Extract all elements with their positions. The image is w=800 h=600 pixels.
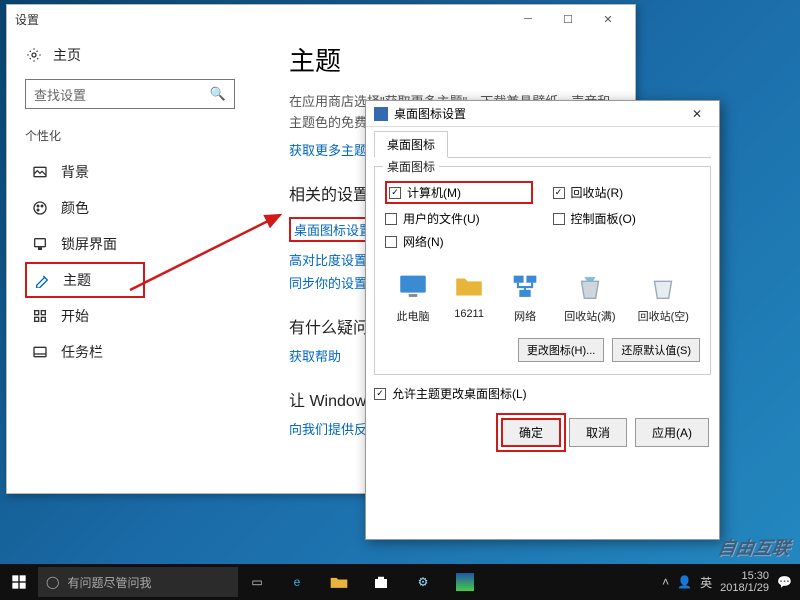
dialog-titlebar: 桌面图标设置 ✕	[366, 101, 719, 127]
network-icon	[508, 270, 542, 304]
desktop-icons-groupbox: 桌面图标 计算机(M) 回收站(R) 用户的文件(U) 控制面板(O) 网络(N…	[374, 166, 711, 375]
icon-user-folder[interactable]: 16211	[452, 270, 486, 324]
maximize-button[interactable]: ☐	[549, 6, 587, 32]
checkbox-user-files[interactable]: 用户的文件(U)	[385, 210, 533, 227]
checkbox-computer[interactable]: 计算机(M)	[385, 181, 533, 204]
icon-network[interactable]: 网络	[508, 270, 542, 324]
tray-people-icon[interactable]: 👤	[677, 575, 692, 589]
change-icon-button[interactable]: 更改图标(H)...	[518, 338, 604, 362]
taskbar: ◯ 有问题尽管问我 ▭ e ⚙ ˄ 👤 英 15:30 2018/1/29 💬	[0, 564, 800, 600]
recycle-empty-icon	[646, 270, 680, 304]
search-placeholder: 查找设置	[34, 85, 210, 104]
taskbar-clock[interactable]: 15:30 2018/1/29	[720, 570, 769, 594]
cortana-icon: ◯	[46, 575, 59, 589]
nav-start[interactable]: 开始	[25, 298, 249, 334]
close-button[interactable]: ✕	[589, 6, 627, 32]
icon-this-pc[interactable]: 此电脑	[396, 270, 430, 324]
grid-icon	[31, 307, 49, 325]
minimize-button[interactable]: ─	[509, 6, 547, 32]
palette-icon	[31, 199, 49, 217]
theme-icon	[33, 271, 51, 289]
taskbar-app-explorer[interactable]	[318, 564, 360, 600]
taskbar-app-unknown[interactable]	[444, 564, 486, 600]
action-center-icon[interactable]: 💬	[777, 575, 792, 589]
settings-sidebar: 主页 查找设置 🔍 个性化 背景 颜色 锁屏界面 主题 开始 任务栏	[7, 33, 267, 493]
checkbox-icon	[385, 236, 397, 248]
nav-themes[interactable]: 主题	[25, 262, 145, 298]
settings-titlebar: 设置 ─ ☐ ✕	[7, 5, 635, 33]
computer-icon	[396, 270, 430, 304]
checkbox-icon	[553, 213, 565, 225]
link-desktop-icon-settings[interactable]: 桌面图标设置	[289, 217, 377, 242]
dialog-title: 桌面图标设置	[394, 105, 466, 122]
tray-up-icon[interactable]: ˄	[662, 575, 669, 589]
recycle-full-icon	[573, 270, 607, 304]
checkbox-allow-themes[interactable]: 允许主题更改桌面图标(L)	[374, 385, 711, 402]
home-label: 主页	[53, 45, 81, 65]
picture-icon	[31, 163, 49, 181]
groupbox-title: 桌面图标	[383, 158, 439, 175]
ime-indicator[interactable]: 英	[700, 574, 712, 591]
start-button[interactable]	[0, 564, 38, 600]
dialog-tab-row: 桌面图标	[374, 131, 711, 158]
clock-date: 2018/1/29	[720, 582, 769, 594]
checkbox-control-panel[interactable]: 控制面板(O)	[553, 210, 701, 227]
taskbar-app-store[interactable]	[360, 564, 402, 600]
dialog-title-icon	[374, 107, 388, 121]
checkbox-icon	[385, 213, 397, 225]
checkbox-icon	[553, 187, 565, 199]
search-text: 有问题尽管问我	[67, 574, 151, 591]
window-title: 设置	[15, 11, 39, 28]
cancel-button[interactable]: 取消	[569, 418, 627, 447]
restore-default-button[interactable]: 还原默认值(S)	[612, 338, 700, 362]
nav-colors[interactable]: 颜色	[25, 190, 249, 226]
desktop-icon-dialog: 桌面图标设置 ✕ 桌面图标 桌面图标 计算机(M) 回收站(R) 用户的文件(U…	[365, 100, 720, 540]
icon-recycle-empty[interactable]: 回收站(空)	[638, 270, 689, 324]
gear-icon	[25, 46, 43, 64]
search-input[interactable]: 查找设置 🔍	[25, 79, 235, 109]
checkbox-recycle-bin[interactable]: 回收站(R)	[553, 181, 701, 204]
checkbox-icon	[389, 187, 401, 199]
ok-button[interactable]: 确定	[501, 418, 561, 447]
taskbar-apps: e ⚙	[276, 564, 486, 600]
folder-icon	[452, 270, 486, 304]
dialog-close-button[interactable]: ✕	[683, 103, 711, 125]
watermark: 自由互联	[716, 534, 792, 560]
icon-recycle-full[interactable]: 回收站(满)	[564, 270, 615, 324]
home-row[interactable]: 主页	[25, 45, 249, 65]
page-title: 主题	[289, 41, 613, 78]
nav-taskbar[interactable]: 任务栏	[25, 334, 249, 370]
apply-button[interactable]: 应用(A)	[635, 418, 709, 447]
nav-background[interactable]: 背景	[25, 154, 249, 190]
taskbar-search[interactable]: ◯ 有问题尽管问我	[38, 567, 238, 597]
checkbox-icon	[374, 388, 386, 400]
taskbar-icon	[31, 343, 49, 361]
taskbar-app-edge[interactable]: e	[276, 564, 318, 600]
task-view-button[interactable]: ▭	[238, 564, 276, 600]
clock-time: 15:30	[720, 570, 769, 582]
section-label: 个性化	[25, 127, 249, 144]
taskbar-app-settings[interactable]: ⚙	[402, 564, 444, 600]
tab-desktop-icons[interactable]: 桌面图标	[374, 131, 448, 158]
lock-icon	[31, 235, 49, 253]
nav-lockscreen[interactable]: 锁屏界面	[25, 226, 249, 262]
checkbox-network[interactable]: 网络(N)	[385, 233, 533, 250]
search-icon: 🔍	[210, 86, 226, 102]
